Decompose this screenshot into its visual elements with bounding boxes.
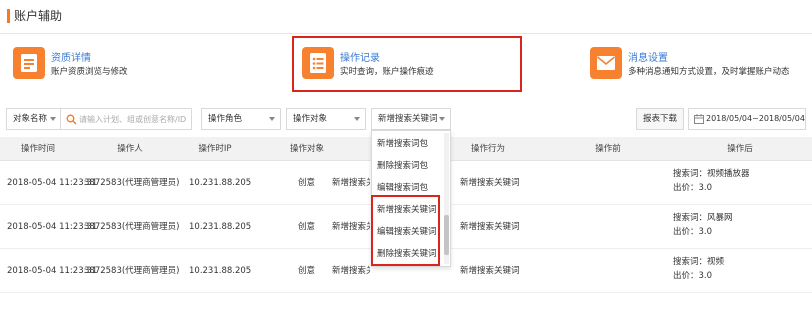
cell-object-detail: 新增搜索关键词	[332, 178, 370, 188]
cell-object-detail: 新增搜索关键词	[332, 266, 370, 276]
cell-action: 新增搜索关键词	[460, 178, 520, 188]
cell-operator: 3872583(代理商管理员)	[84, 266, 180, 276]
document-details-icon	[13, 47, 45, 79]
search-box[interactable]	[60, 108, 192, 130]
operation-object-select-label: 操作对象	[293, 114, 328, 124]
dropdown-scrollbar-thumb[interactable]	[444, 215, 449, 255]
cell-after-keyword: 搜索词：视频播放器	[673, 169, 750, 179]
column-header-time: 操作时间	[20, 144, 55, 154]
date-range-value: 2018/05/04~2018/05/04	[706, 114, 805, 123]
title-accent-bar	[7, 9, 10, 23]
cell-object: 创意	[298, 222, 316, 232]
cell-after-bid: 出价：3.0	[673, 183, 713, 193]
cell-after-keyword: 搜索词：风暴网	[673, 213, 733, 223]
column-header-action: 操作行为	[470, 144, 505, 154]
column-header-object: 操作对象	[289, 144, 324, 154]
operator-role-select-label: 操作角色	[208, 114, 243, 124]
cell-operator: 3872583(代理商管理员)	[84, 222, 180, 232]
highlight-box-keyword-options	[371, 195, 440, 266]
cell-ip: 10.231.88.205	[189, 266, 252, 276]
dropdown-option[interactable]: 新增搜索词包	[372, 133, 444, 155]
cell-operator: 3872583(代理商管理员)	[84, 178, 180, 188]
chevron-down-icon	[354, 117, 360, 121]
object-name-select[interactable]: 对象名称	[6, 108, 62, 130]
search-input[interactable]	[79, 111, 187, 127]
card-qualification-details[interactable]: 资质详情 账户资质浏览与修改	[13, 45, 213, 85]
cell-object-detail: 新增搜索关键词	[332, 222, 370, 232]
chevron-down-icon	[439, 117, 445, 121]
cell-after-bid: 出价：3.0	[673, 271, 713, 281]
operation-action-select-label: 新增搜索关键词	[378, 114, 438, 124]
calendar-icon	[694, 114, 704, 124]
chevron-down-icon	[269, 117, 275, 121]
cell-ip: 10.231.88.205	[189, 178, 252, 188]
page-header: 账户辅助	[0, 0, 812, 34]
cell-after-keyword: 搜索词：视频	[673, 257, 725, 267]
operation-action-select[interactable]: 新增搜索关键词	[371, 108, 451, 130]
object-name-select-label: 对象名称	[13, 114, 48, 124]
cell-object: 创意	[298, 178, 316, 188]
cell-action: 新增搜索关键词	[460, 222, 520, 232]
column-header-operator: 操作人	[117, 144, 143, 154]
card-title[interactable]: 资质详情	[51, 53, 91, 65]
card-description: 账户资质浏览与修改	[51, 67, 128, 77]
date-range-picker[interactable]: 2018/05/04~2018/05/04	[688, 108, 806, 130]
highlight-box-operation-log	[292, 36, 522, 92]
column-header-before: 操作前	[595, 144, 621, 154]
search-icon	[66, 114, 77, 125]
card-title[interactable]: 消息设置	[628, 53, 668, 65]
report-download-button[interactable]: 报表下载	[636, 108, 684, 130]
dropdown-option[interactable]: 删除搜索词包	[372, 155, 444, 177]
column-header-after: 操作后	[727, 144, 753, 154]
chevron-down-icon	[50, 117, 56, 121]
column-header-ip: 操作时IP	[198, 144, 232, 154]
operator-role-select[interactable]: 操作角色	[201, 108, 281, 130]
cell-ip: 10.231.88.205	[189, 222, 252, 232]
cell-action: 新增搜索关键词	[460, 266, 520, 276]
cell-after-bid: 出价：3.0	[673, 227, 713, 237]
operation-object-select[interactable]: 操作对象	[286, 108, 366, 130]
envelope-icon	[590, 47, 622, 79]
card-description: 多种消息通知方式设置，及时掌握账户动态	[628, 67, 790, 77]
cell-object: 创意	[298, 266, 316, 276]
page-title: 账户辅助	[14, 9, 63, 23]
card-message-settings[interactable]: 消息设置 多种消息通知方式设置，及时掌握账户动态	[590, 45, 808, 85]
